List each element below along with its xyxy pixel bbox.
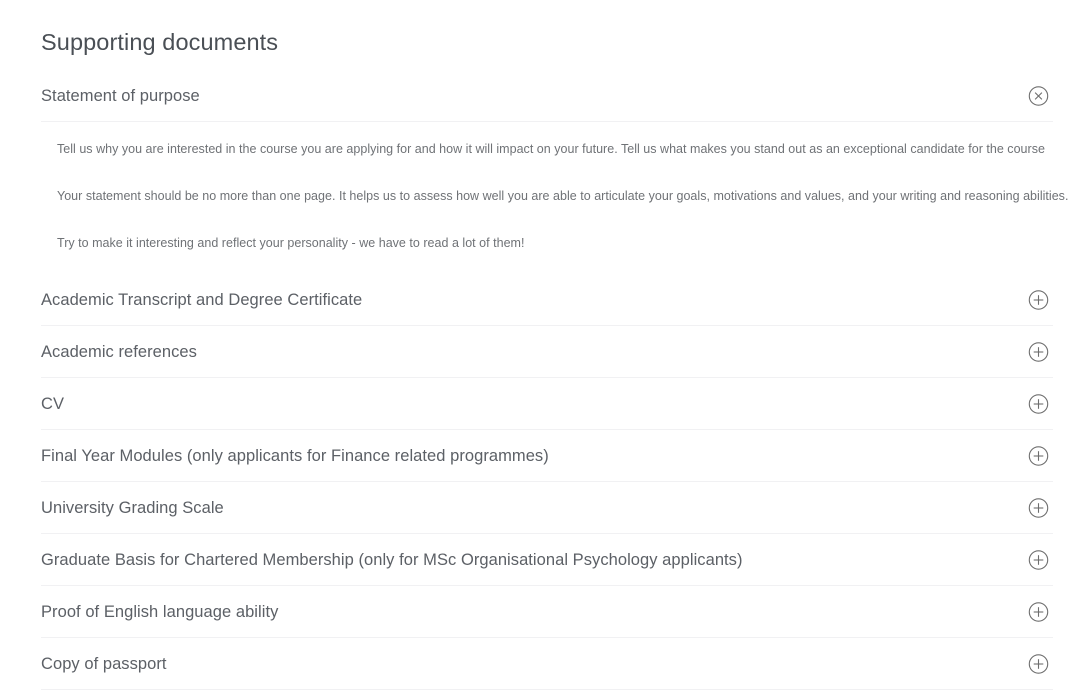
circle-plus-icon[interactable] [1028, 653, 1049, 674]
accordion-panel: Tell us why you are interested in the co… [41, 122, 1069, 274]
accordion-item-label: Statement of purpose [41, 86, 200, 105]
circle-plus-icon[interactable] [1028, 289, 1049, 310]
accordion-header[interactable]: Statement of purpose [41, 70, 1053, 121]
circle-plus-icon[interactable] [1028, 393, 1049, 414]
circle-plus-icon[interactable] [1028, 497, 1049, 518]
accordion-header[interactable]: University Grading Scale [41, 482, 1053, 533]
circle-plus-icon[interactable] [1028, 601, 1049, 622]
accordion-header[interactable]: Academic Transcript and Degree Certifica… [41, 274, 1053, 325]
accordion-item-label: Academic Transcript and Degree Certifica… [41, 290, 363, 309]
accordion-item-label: Academic references [41, 342, 197, 361]
accordion-item-label: CV [41, 394, 65, 413]
accordion-item-label: Graduate Basis for Chartered Membership … [41, 550, 743, 569]
supporting-documents-accordion: Statement of purpose Tell us why you are … [41, 70, 1069, 690]
accordion-item: Copy of passport [41, 638, 1053, 690]
accordion-item: Graduate Basis for Chartered Membership … [41, 534, 1053, 586]
panel-paragraph: Tell us why you are interested in the co… [57, 142, 1045, 156]
accordion-item-label: Copy of passport [41, 654, 167, 673]
supporting-documents-page: Supporting documents Statement of purpos… [0, 0, 1080, 690]
accordion-header[interactable]: Copy of passport [41, 638, 1053, 689]
accordion-item: Academic Transcript and Degree Certifica… [41, 274, 1053, 326]
circle-plus-icon[interactable] [1028, 445, 1049, 466]
accordion-header[interactable]: Final Year Modules (only applicants for … [41, 430, 1053, 481]
accordion-item: University Grading Scale [41, 482, 1053, 534]
accordion-item: Proof of English language ability [41, 586, 1053, 638]
panel-paragraph: Your statement should be no more than on… [57, 189, 1069, 203]
accordion-item-label: Proof of English language ability [41, 602, 279, 621]
circle-plus-icon[interactable] [1028, 549, 1049, 570]
accordion-item-label: Final Year Modules (only applicants for … [41, 446, 549, 465]
page-title: Supporting documents [41, 28, 279, 55]
circle-close-icon[interactable] [1028, 85, 1049, 106]
accordion-item: CV [41, 378, 1053, 430]
accordion-header[interactable]: Graduate Basis for Chartered Membership … [41, 534, 1053, 585]
accordion-item: Statement of purpose Tell us why you are … [41, 70, 1069, 274]
accordion-header[interactable]: Proof of English language ability [41, 586, 1053, 637]
accordion-item: Academic references [41, 326, 1053, 378]
panel-paragraph: Try to make it interesting and reflect y… [57, 236, 525, 250]
accordion-header[interactable]: CV [41, 378, 1053, 429]
accordion-item: Final Year Modules (only applicants for … [41, 430, 1053, 482]
accordion-header[interactable]: Academic references [41, 326, 1053, 377]
circle-plus-icon[interactable] [1028, 341, 1049, 362]
accordion-item-label: University Grading Scale [41, 498, 224, 517]
